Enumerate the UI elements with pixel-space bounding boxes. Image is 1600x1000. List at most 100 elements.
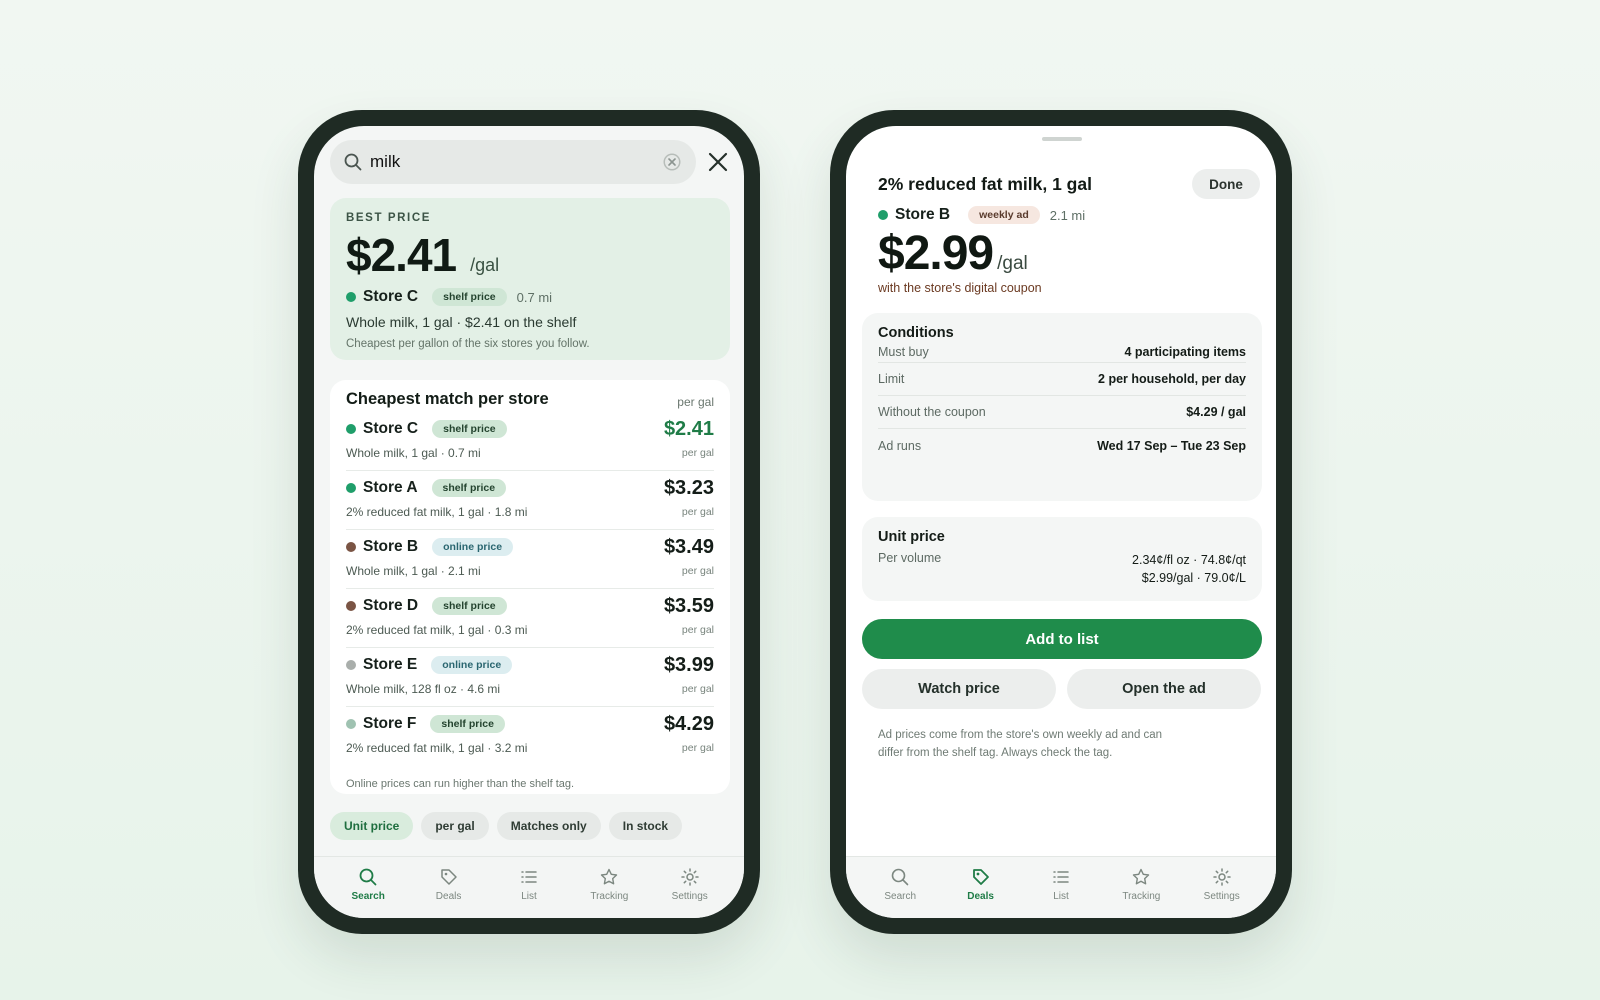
store-dot [346, 660, 356, 670]
add-to-list-button[interactable]: Add to list [862, 619, 1262, 659]
conditions-card: Conditions Must buy 4 participating item… [862, 313, 1262, 501]
store-name: Store F [363, 715, 417, 732]
star-icon [601, 868, 618, 885]
price-type-badge: online price [431, 656, 513, 674]
tab-bar: Search Deals List Tracking Settings [846, 856, 1276, 918]
search-screen: BEST PRICE $2.41 /gal Store C shelf pric… [314, 126, 744, 918]
store-row-unit: per gal [681, 506, 714, 518]
store-row-e[interactable]: Store E online price Whole milk, 128 fl o… [346, 648, 714, 707]
store-list-title: Cheapest match per store [346, 390, 549, 408]
tab-list[interactable]: List [497, 867, 561, 902]
condition-row: Limit 2 per household, per day [878, 363, 1246, 396]
store-row-unit: per gal [681, 624, 714, 636]
phone-search: BEST PRICE $2.41 /gal Store C shelf pric… [298, 110, 760, 934]
tab-settings[interactable]: Settings [1190, 867, 1254, 902]
tab-label: Tracking [590, 891, 629, 902]
unit-price-line-2: $2.99/gal · 79.0¢/L [1141, 571, 1246, 585]
tab-search[interactable]: Search [868, 867, 932, 902]
price-type-badge: shelf price [430, 715, 505, 733]
best-price-card[interactable]: BEST PRICE $2.41 /gal Store C shelf pric… [330, 198, 730, 360]
chip-matches-only[interactable]: Matches only [496, 812, 601, 840]
best-price-row: $2.41 /gal [346, 228, 714, 282]
best-price-value: $2.41 [346, 229, 457, 281]
store-row-b[interactable]: Store B online price Whole milk, 1 gal · … [346, 530, 714, 589]
unit-price-row: Per volume 2.34¢/fl oz · 74.8¢/qt $2.99/… [878, 551, 1246, 587]
tag-icon [440, 869, 457, 885]
best-price-eyebrow: BEST PRICE [346, 212, 432, 224]
store-row-d[interactable]: Store D shelf price 2% reduced fat milk, … [346, 589, 714, 648]
chip-unit-price[interactable]: Unit price [330, 812, 414, 840]
tab-list[interactable]: List [1029, 867, 1093, 902]
condition-value: Wed 17 Sep – Tue 23 Sep [1097, 438, 1246, 453]
search-input[interactable] [370, 152, 662, 172]
store-row-a[interactable]: Store A shelf price 2% reduced fat milk, … [346, 471, 714, 530]
filter-chips: Unit price per gal Matches only In stock [330, 812, 683, 840]
tab-label: Tracking [1122, 891, 1161, 902]
store-row-f[interactable]: Store F shelf price 2% reduced fat milk, … [346, 707, 714, 766]
tab-settings[interactable]: Settings [658, 867, 722, 902]
store-dot [346, 292, 356, 302]
done-button[interactable]: Done [1192, 169, 1260, 199]
store-row-unit: per gal [681, 683, 714, 695]
clear-circle-icon[interactable] [662, 152, 682, 172]
store-dot [346, 719, 356, 729]
store-dot [346, 601, 356, 611]
open-ad-button[interactable]: Open the ad [1067, 669, 1261, 709]
store-dot [346, 424, 356, 434]
list-icon [1053, 871, 1069, 883]
tab-label: Settings [1203, 891, 1240, 902]
gear-icon [1213, 868, 1231, 886]
search-bar[interactable] [330, 140, 696, 184]
chip-per-gal[interactable]: per gal [421, 812, 489, 840]
store-name: Store E [363, 656, 418, 673]
sheet-grabber[interactable] [1042, 137, 1082, 141]
tab-bar: Search Deals List Tracking Settings [314, 856, 744, 918]
chip-in-stock[interactable]: In stock [608, 812, 683, 840]
tag-icon [972, 869, 989, 885]
condition-row: Must buy 4 participating items [878, 341, 1246, 363]
sheet-price-unit: /gal [997, 253, 1028, 274]
sheet-price-value: $2.99 [878, 227, 994, 280]
gear-icon [681, 868, 699, 886]
tab-search[interactable]: Search [336, 867, 400, 902]
product-title: 2% reduced fat milk, 1 gal [878, 174, 1092, 194]
tab-label: Deals [435, 891, 462, 902]
price-type-badge: online price [432, 538, 514, 556]
store-row-price: $3.99 [663, 654, 714, 676]
price-type-badge: shelf price [431, 479, 507, 497]
sheet-store-name: Store B [895, 206, 951, 223]
store-row-price: $3.49 [663, 536, 714, 558]
condition-label: Without the coupon [878, 405, 986, 419]
condition-value: 4 participating items [1124, 344, 1246, 359]
store-list-card: Cheapest match per store per gal Store C… [330, 380, 730, 794]
condition-label: Limit [878, 372, 905, 386]
store-list-note: Online prices can run higher than the sh… [346, 778, 575, 790]
store-dot [346, 542, 356, 552]
star-icon [1133, 868, 1150, 885]
store-name: Store D [363, 597, 419, 614]
search-icon [344, 153, 362, 171]
store-row-price: $4.29 [663, 713, 714, 735]
price-type-badge: shelf price [432, 420, 507, 438]
sheet-price-row: $2.99 /gal [878, 226, 1028, 281]
store-row-description: 2% reduced fat milk, 1 gal · 0.3 mi [346, 623, 528, 637]
store-row-c[interactable]: Store C shelf price Whole milk, 1 gal · 0… [346, 412, 714, 471]
ad-disclaimer: Ad prices come from the store's own week… [878, 729, 1163, 759]
store-name: Store B [363, 538, 419, 555]
tab-tracking[interactable]: Tracking [577, 867, 641, 902]
phone-detail: 2% reduced fat milk, 1 gal Done Store B … [830, 110, 1292, 934]
tab-tracking[interactable]: Tracking [1109, 867, 1173, 902]
unit-price-line-1: 2.34¢/fl oz · 74.8¢/qt [1132, 553, 1246, 567]
condition-row: Ad runs Wed 17 Sep – Tue 23 Sep [878, 429, 1246, 462]
tab-deals[interactable]: Deals [949, 867, 1013, 902]
tab-label: List [521, 891, 537, 902]
close-icon[interactable] [706, 150, 730, 174]
unit-price-title: Unit price [878, 529, 945, 545]
search-icon [891, 868, 909, 886]
tab-deals[interactable]: Deals [417, 867, 481, 902]
watch-price-button[interactable]: Watch price [862, 669, 1056, 709]
list-icon [521, 871, 537, 883]
weekly-ad-badge: weekly ad [968, 206, 1040, 224]
detail-sheet: 2% reduced fat milk, 1 gal Done Store B … [846, 126, 1276, 918]
condition-value: $4.29 / gal [1186, 405, 1246, 419]
